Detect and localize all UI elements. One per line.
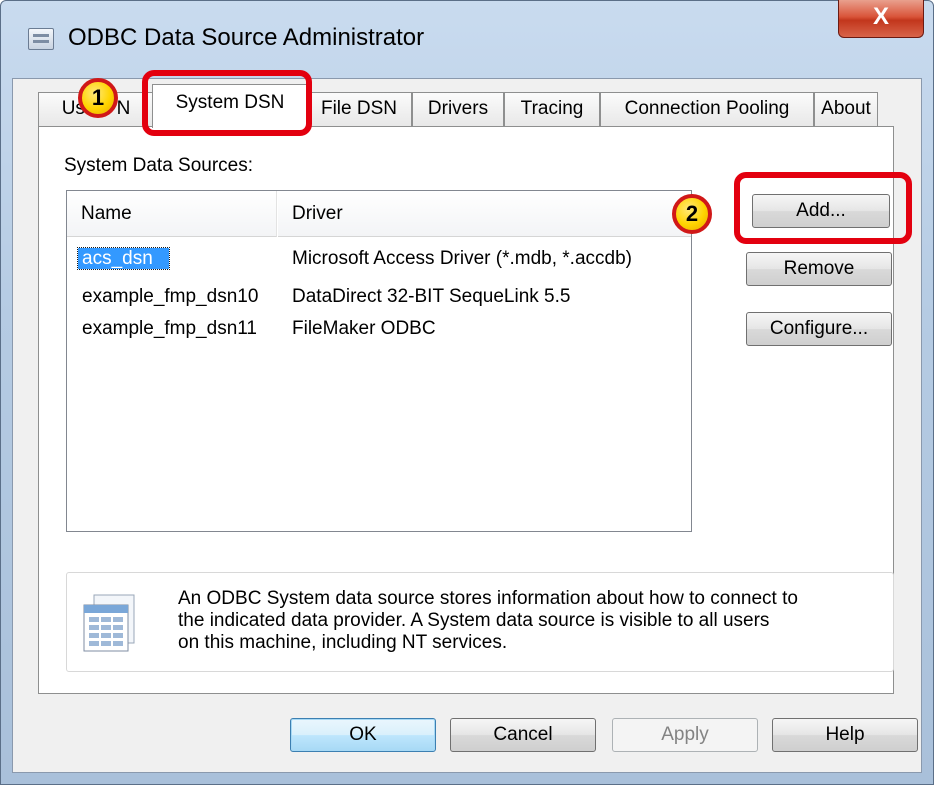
remove-button[interactable]: Remove: [746, 252, 892, 286]
info-text-line: the indicated data provider. A System da…: [178, 610, 770, 631]
tab-about[interactable]: About: [814, 92, 878, 126]
list-item-name[interactable]: example_fmp_dsn10: [82, 283, 258, 311]
app-icon: [28, 28, 54, 50]
data-source-document-icon: [80, 593, 138, 653]
list-item-driver[interactable]: FileMaker ODBC: [292, 315, 436, 343]
system-data-sources-label: System Data Sources:: [64, 155, 254, 176]
step-2-badge: 2: [672, 194, 712, 234]
list-item-driver[interactable]: DataDirect 32-BIT SequeLink 5.5: [292, 283, 570, 311]
list-item-name[interactable]: acs_dsn: [77, 245, 170, 273]
step-1-badge: 1: [78, 78, 118, 118]
apply-button[interactable]: Apply: [612, 718, 758, 752]
info-text: An ODBC System data source stores inform…: [178, 588, 878, 654]
info-text-line: on this machine, including NT services.: [178, 632, 508, 653]
list-item-name[interactable]: example_fmp_dsn11: [82, 315, 257, 343]
title-bar[interactable]: ODBC Data Source Administrator: [0, 0, 934, 80]
column-header-driver[interactable]: Driver: [278, 191, 691, 237]
highlight-system-dsn-tab: [142, 70, 312, 136]
list-item-driver[interactable]: Microsoft Access Driver (*.mdb, *.accdb): [292, 245, 632, 273]
info-text-line: An ODBC System data source stores inform…: [178, 588, 798, 609]
data-sources-list[interactable]: [66, 190, 692, 532]
cancel-button[interactable]: Cancel: [450, 718, 596, 752]
selected-item-text: acs_dsn: [77, 247, 170, 270]
highlight-add-button: [734, 172, 912, 244]
tab-connection-pooling[interactable]: Connection Pooling: [600, 92, 814, 126]
column-header-name[interactable]: Name: [67, 191, 277, 237]
help-button[interactable]: Help: [772, 718, 918, 752]
ok-button[interactable]: OK: [290, 718, 436, 752]
tab-tracing[interactable]: Tracing: [504, 92, 600, 126]
tab-drivers[interactable]: Drivers: [412, 92, 504, 126]
tab-file-dsn[interactable]: File DSN: [306, 92, 412, 126]
window-title: ODBC Data Source Administrator: [68, 24, 425, 51]
configure-button[interactable]: Configure...: [746, 312, 892, 346]
close-button[interactable]: X: [838, 0, 924, 38]
